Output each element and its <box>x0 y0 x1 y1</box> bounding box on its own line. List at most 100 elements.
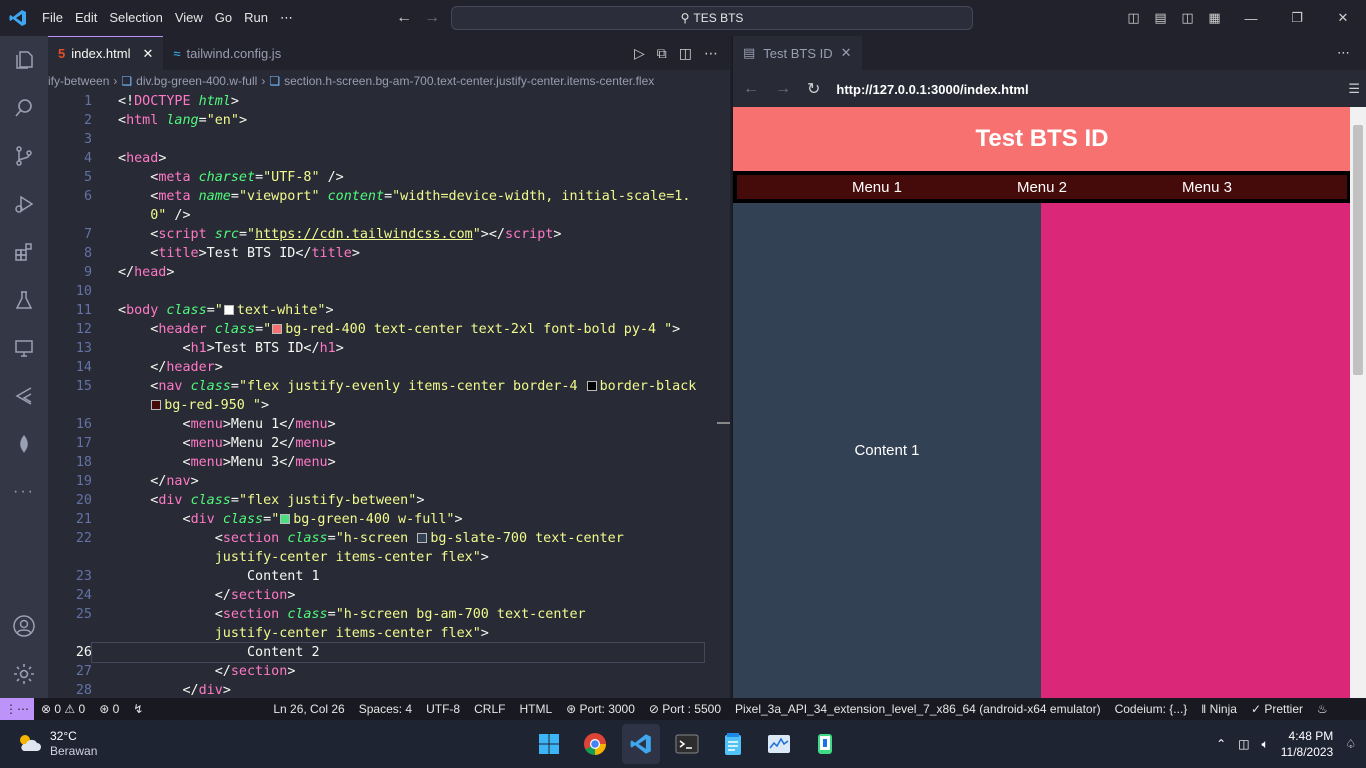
menu-hamburger-icon[interactable]: ☰ <box>1348 81 1360 97</box>
close-icon[interactable]: ✕ <box>1320 10 1366 26</box>
run-debug-icon[interactable] <box>0 180 48 228</box>
search-icon[interactable] <box>0 84 48 132</box>
preview-scrollbar[interactable] <box>1350 107 1366 698</box>
split-editor-icon[interactable]: ◫ <box>679 45 692 62</box>
task-manager-icon[interactable] <box>760 724 798 764</box>
menu-selection[interactable]: Selection <box>103 10 168 26</box>
menu-more[interactable]: ⋯ <box>274 10 299 26</box>
run-icon[interactable]: ▷ <box>634 45 645 62</box>
close-icon[interactable]: ✕ <box>142 46 153 62</box>
code-line-current: Content 2 <box>91 642 705 663</box>
nav-menu-3[interactable]: Menu 3 <box>1182 179 1232 196</box>
temperature: 32°C <box>50 729 77 743</box>
indentation[interactable]: Spaces: 4 <box>352 702 419 716</box>
notification-icon[interactable]: ♤ <box>1345 737 1356 751</box>
site-nav: Menu 1 Menu 2 Menu 3 <box>733 171 1351 203</box>
android-studio-icon[interactable] <box>806 724 844 764</box>
html-file-icon: 5 <box>58 46 66 61</box>
menu-file[interactable]: File <box>36 10 69 26</box>
live-server-port[interactable]: ⊛ Port: 3000 <box>559 702 642 716</box>
problems-indicator[interactable]: ⊗ 0 ⚠ 0 <box>34 702 92 716</box>
code-line: <menu>Menu 2</menu> <box>118 436 336 451</box>
more-actions-icon[interactable]: ⋯ <box>1337 45 1366 61</box>
toggle-panel-icon[interactable]: ▤ <box>1147 10 1174 26</box>
source-control-icon[interactable] <box>0 132 48 180</box>
code-editor[interactable]: 1 <!DOCTYPE html> 2 <html lang="en"> 3 4 <h… <box>48 92 730 700</box>
customize-layout-icon[interactable]: ▦ <box>1201 10 1228 26</box>
chevron-right-icon: › <box>113 74 118 88</box>
account-icon[interactable] <box>0 602 48 650</box>
command-center-search[interactable]: ⚲ TES BTS <box>451 6 973 30</box>
start-windows-icon[interactable] <box>530 724 568 764</box>
mongodb-icon[interactable] <box>0 420 48 468</box>
menu-go[interactable]: Go <box>209 10 238 26</box>
volume-icon[interactable]: 🔈︎ <box>1262 737 1269 752</box>
network-icon[interactable]: ◫ <box>1238 737 1249 751</box>
nav-menu-1[interactable]: Menu 1 <box>852 179 902 196</box>
line-number: 9 <box>83 265 92 280</box>
more-icon[interactable]: ··· <box>0 468 48 516</box>
nav-menu-2[interactable]: Menu 2 <box>1017 179 1067 196</box>
content-section-2 <box>1041 203 1351 698</box>
line-number: 12 <box>75 322 92 337</box>
toggle-sidebar-icon[interactable]: ◫ <box>1120 10 1147 26</box>
end-of-line[interactable]: CRLF <box>467 702 512 716</box>
tab-index-html[interactable]: 5 index.html ✕ <box>48 36 164 70</box>
minimize-icon[interactable]: — <box>1228 11 1274 26</box>
prettier-status[interactable]: ✓ Prettier <box>1244 702 1310 716</box>
breadcrumb-item[interactable]: div.bg-green-400.w-full <box>136 74 257 88</box>
encoding[interactable]: UTF-8 <box>419 702 467 716</box>
notepad-icon[interactable] <box>714 724 752 764</box>
menu-edit[interactable]: Edit <box>69 10 103 26</box>
lightning-icon[interactable]: ↯ <box>126 702 150 716</box>
files-icon[interactable] <box>0 36 48 84</box>
status-bar: ⋮⋯ ⊗ 0 ⚠ 0 ⊛ 0 ↯ Ln 26, Col 26 Spaces: 4… <box>0 698 1366 720</box>
code-line: <menu>Menu 1</menu> <box>118 417 336 432</box>
tab-tailwind-config[interactable]: ≈ tailwind.config.js <box>163 36 291 70</box>
cursor-position[interactable]: Ln 26, Col 26 <box>266 702 351 716</box>
ninja-status[interactable]: ‖ Ninja <box>1194 702 1244 716</box>
line-number: 24 <box>75 588 92 603</box>
forward-arrow-icon[interactable]: → <box>775 80 791 98</box>
notifications-bell-icon[interactable]: ♨ <box>1310 702 1335 716</box>
codeium-status[interactable]: Codeium: {...} <box>1108 702 1195 716</box>
open-preview-icon[interactable]: ⧉ <box>657 45 667 62</box>
vscode-taskbar-icon[interactable] <box>622 724 660 764</box>
forward-arrow-icon[interactable]: → <box>424 9 440 27</box>
line-number: 6 <box>83 189 92 204</box>
restore-icon[interactable]: ❐ <box>1274 10 1320 26</box>
more-actions-icon[interactable]: ⋯ <box>704 45 718 62</box>
editor-tabs: 5 index.html ✕ ≈ tailwind.config.js ▷ ⧉ … <box>48 36 730 70</box>
close-icon[interactable]: ✕ <box>841 45 852 61</box>
settings-gear-icon[interactable] <box>0 650 48 698</box>
tailwind-icon[interactable] <box>0 372 48 420</box>
testing-icon[interactable] <box>0 276 48 324</box>
url-field[interactable]: http://127.0.0.1:3000/index.html <box>836 82 1028 97</box>
editor-scrollbar[interactable] <box>717 422 730 424</box>
line-number: 4 <box>83 151 92 166</box>
chrome-icon[interactable] <box>576 724 614 764</box>
scrollbar-thumb[interactable] <box>1353 125 1363 375</box>
remote-indicator-icon[interactable]: ⋮⋯ <box>0 698 34 720</box>
chevron-up-icon[interactable]: ⌃ <box>1216 737 1226 751</box>
remote-explorer-icon[interactable] <box>0 324 48 372</box>
live-server-port-2[interactable]: ⊘ Port : 5500 <box>642 702 728 716</box>
ports-indicator[interactable]: ⊛ 0 <box>92 702 126 716</box>
terminal-icon[interactable] <box>668 724 706 764</box>
extensions-icon[interactable] <box>0 228 48 276</box>
menu-run[interactable]: Run <box>238 10 274 26</box>
weather-widget[interactable]: 32°C Berawan <box>0 729 97 759</box>
toggle-secondary-sidebar-icon[interactable]: ◫ <box>1174 10 1201 26</box>
back-arrow-icon[interactable]: ← <box>396 9 412 27</box>
menu-view[interactable]: View <box>169 10 209 26</box>
emulator-device[interactable]: Pixel_3a_API_34_extension_level_7_x86_64… <box>728 702 1108 716</box>
breadcrumb-item[interactable]: ify-between <box>48 74 109 88</box>
line-number: 5 <box>83 170 92 185</box>
breadcrumb-item[interactable]: section.h-screen.bg-am-700.text-center.j… <box>284 74 654 88</box>
reload-icon[interactable]: ↻ <box>807 79 820 99</box>
tab-preview[interactable]: ▤ Test BTS ID ✕ <box>733 36 862 70</box>
back-arrow-icon[interactable]: ← <box>743 80 759 98</box>
clock[interactable]: 4:48 PM 11/8/2023 <box>1281 728 1334 760</box>
language-mode[interactable]: HTML <box>512 702 559 716</box>
code-line: <html lang="en"> <box>118 113 247 128</box>
